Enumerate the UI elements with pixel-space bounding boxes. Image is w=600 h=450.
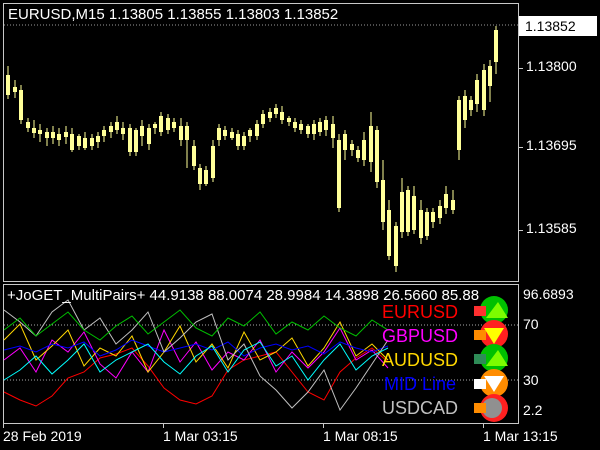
time-axis-label: 1 Mar 13:15 [483, 428, 558, 444]
orange-down-arrow-icon [474, 369, 508, 397]
pair-signal-icons [474, 296, 508, 422]
time-axis-label: 28 Feb 2019 [3, 428, 82, 444]
time-axis-label: 1 Mar 08:15 [323, 428, 398, 444]
time-axis-label: 1 Mar 03:15 [163, 428, 238, 444]
green-up-arrow-icon [474, 296, 508, 324]
gray-neutral-icon [474, 394, 508, 422]
red-down-arrow-icon [474, 320, 508, 348]
green-up-arrow-icon [474, 344, 508, 372]
